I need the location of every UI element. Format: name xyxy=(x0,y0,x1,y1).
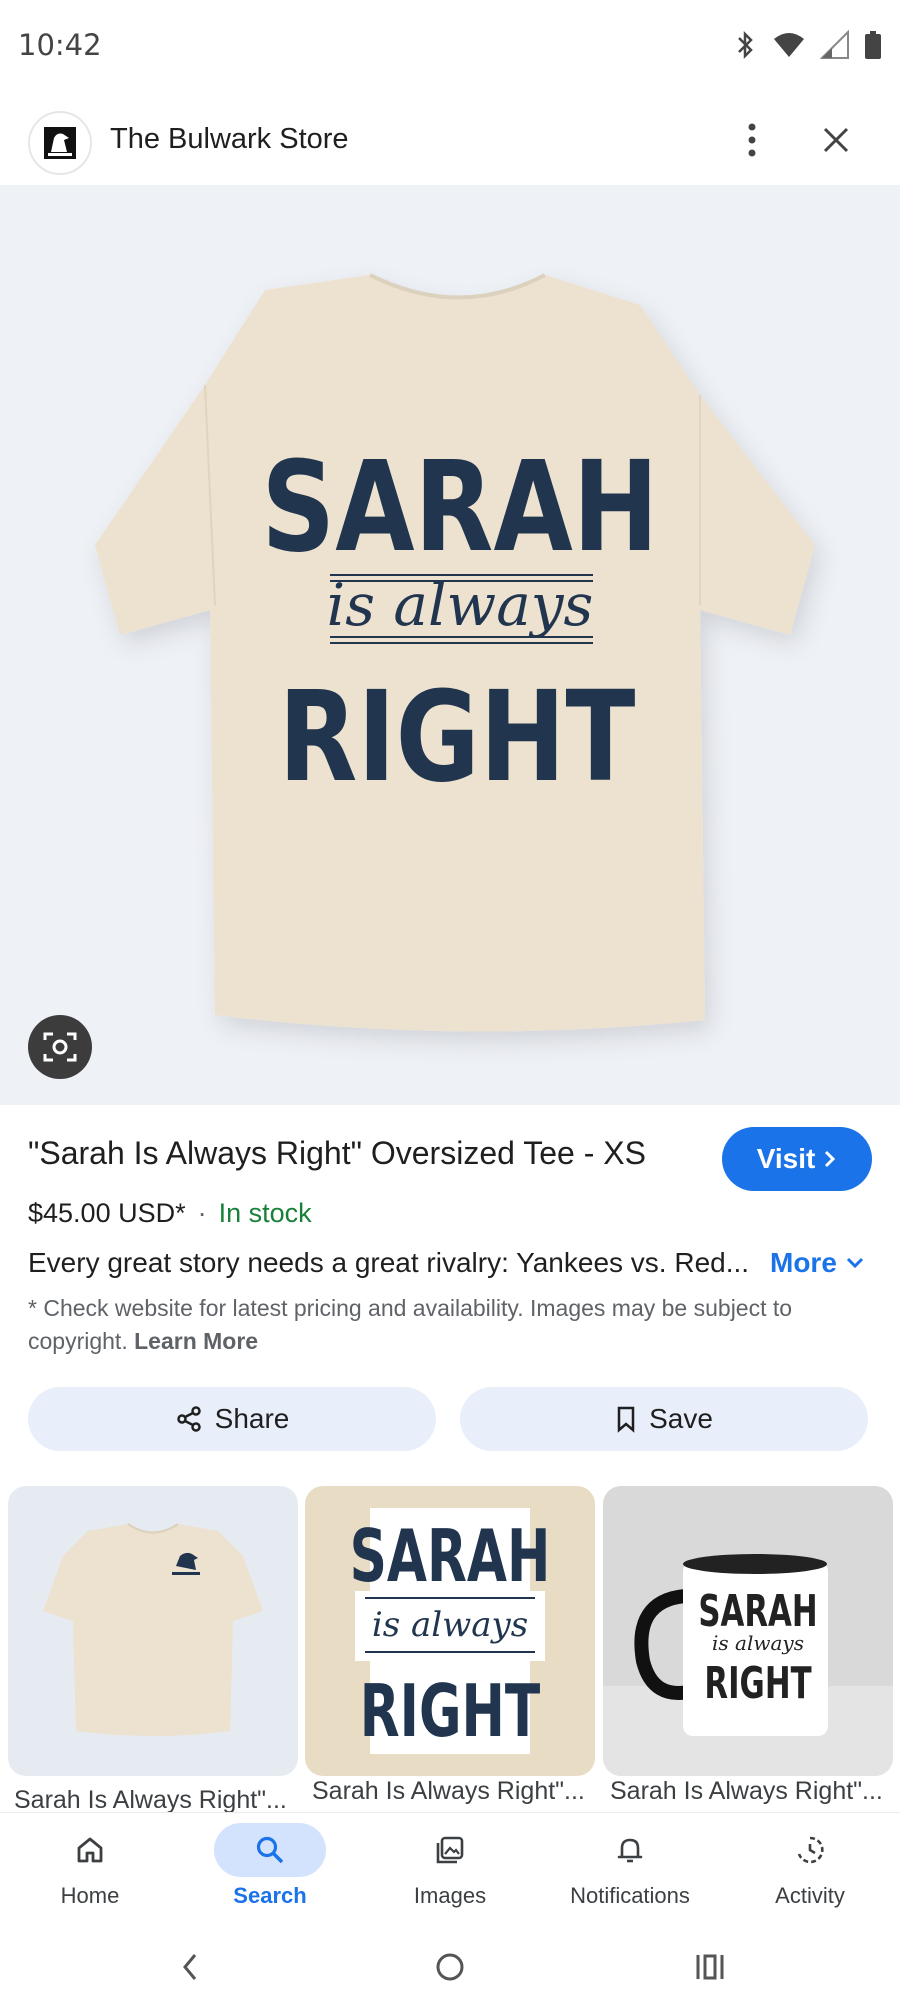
thumbnail-sticker-image: SARAH is always RIGHT xyxy=(350,1508,551,1754)
bluetooth-icon xyxy=(738,30,753,60)
sticker-text-is-always: is always xyxy=(372,1605,528,1645)
tshirt-image: SARAH is always RIGHT xyxy=(95,273,815,1032)
home-nav-icon[interactable] xyxy=(434,1951,466,1983)
thumbnail-tshirt-front-image xyxy=(43,1523,263,1736)
battery-icon xyxy=(865,31,881,59)
search-icon xyxy=(256,1836,284,1864)
recents-nav-icon[interactable] xyxy=(694,1951,726,1983)
thumbnail-1-caption[interactable]: Sarah Is Always Right"... xyxy=(14,1786,304,1815)
visit-label: Visit xyxy=(756,1143,816,1174)
more-vert-icon xyxy=(748,123,756,157)
chevron-down-icon xyxy=(846,1257,863,1269)
product-image[interactable]: SARAH is always RIGHT xyxy=(0,185,900,1105)
nav-search-label: Search xyxy=(233,1883,307,1908)
sticker-text-right: RIGHT xyxy=(360,1669,541,1753)
more-options-button[interactable] xyxy=(727,115,777,165)
thumbnail-2-caption[interactable]: Sarah Is Always Right"... xyxy=(312,1777,602,1806)
close-icon xyxy=(823,127,849,153)
bulwark-logo-icon xyxy=(44,127,76,159)
status-bar: 10:42 xyxy=(0,0,900,90)
disclaimer: * Check website for latest pricing and a… xyxy=(28,1292,873,1358)
nav-home-label: Home xyxy=(60,1883,120,1908)
thumbnail-mug-image: SARAH is always RIGHT xyxy=(603,1554,893,1776)
sticker-text-sarah: SARAH xyxy=(350,1514,551,1598)
nav-home-icon-wrap xyxy=(34,1823,146,1877)
product-title: "Sarah Is Always Right" Oversized Tee - … xyxy=(28,1135,646,1171)
wifi-icon xyxy=(774,33,804,57)
nav-notifications[interactable]: Notifications xyxy=(540,1813,720,1923)
more-button[interactable]: More xyxy=(770,1247,865,1279)
signal-icon xyxy=(820,30,849,59)
images-icon xyxy=(436,1836,464,1864)
lens-icon xyxy=(43,1032,77,1062)
store-header: The Bulwark Store xyxy=(0,105,900,183)
save-button[interactable]: Save xyxy=(460,1387,868,1451)
separator-dot: · xyxy=(197,1198,207,1228)
store-logo[interactable] xyxy=(28,111,92,175)
thumbnail-1[interactable] xyxy=(8,1486,298,1776)
home-icon xyxy=(77,1837,103,1863)
history-icon xyxy=(797,1836,824,1864)
nav-notifications-icon-wrap xyxy=(574,1823,686,1877)
system-nav-bar xyxy=(0,1935,900,2000)
thumbnail-3[interactable]: SARAH is always RIGHT xyxy=(603,1486,893,1776)
back-nav-icon[interactable] xyxy=(178,1951,202,1983)
shirt-text-is-always: is always xyxy=(327,571,594,639)
nav-home[interactable]: Home xyxy=(0,1813,180,1923)
share-icon xyxy=(176,1406,201,1432)
nav-activity-label: Activity xyxy=(775,1883,845,1908)
mug-text-right: RIGHT xyxy=(704,1657,811,1708)
mug-text-is-always: is always xyxy=(712,1631,804,1655)
nav-images-icon-wrap xyxy=(394,1823,506,1877)
bottom-nav: Home Search Images Notifications Activit… xyxy=(0,1812,900,1923)
nav-search[interactable]: Search xyxy=(180,1813,360,1923)
share-button[interactable]: Share xyxy=(28,1387,436,1451)
nav-images[interactable]: Images xyxy=(360,1813,540,1923)
save-label: Save xyxy=(649,1403,713,1434)
chevron-right-icon xyxy=(825,1150,836,1168)
bookmark-icon xyxy=(617,1406,635,1433)
nav-images-label: Images xyxy=(413,1883,487,1908)
visit-button[interactable]: Visit xyxy=(722,1127,872,1191)
thumbnail-2[interactable]: SARAH is always RIGHT xyxy=(305,1486,595,1776)
product-price: $45.00 USD* xyxy=(28,1198,186,1228)
store-name[interactable]: The Bulwark Store xyxy=(110,123,349,156)
bell-icon xyxy=(617,1838,643,1863)
close-button[interactable] xyxy=(811,115,861,165)
mug-text-sarah: SARAH xyxy=(698,1585,817,1636)
thumbnail-3-caption[interactable]: Sarah Is Always Right"... xyxy=(610,1777,900,1806)
shirt-text-right: RIGHT xyxy=(279,664,636,809)
shirt-text-sarah: SARAH xyxy=(261,434,658,579)
nav-notifications-label: Notifications xyxy=(570,1883,690,1908)
nav-search-icon-wrap xyxy=(214,1823,326,1877)
learn-more-link[interactable]: Learn More xyxy=(134,1328,258,1354)
nav-activity-icon-wrap xyxy=(754,1823,866,1877)
status-time: 10:42 xyxy=(18,28,102,62)
status-icons xyxy=(732,30,882,60)
nav-activity[interactable]: Activity xyxy=(720,1813,900,1923)
more-label: More xyxy=(770,1247,837,1278)
price-row: $45.00 USD* · In stock xyxy=(28,1198,312,1229)
product-description: Every great story needs a great rivalry:… xyxy=(28,1247,748,1278)
google-lens-button[interactable] xyxy=(28,1015,92,1079)
stock-status: In stock xyxy=(218,1198,312,1228)
share-label: Share xyxy=(214,1403,290,1434)
